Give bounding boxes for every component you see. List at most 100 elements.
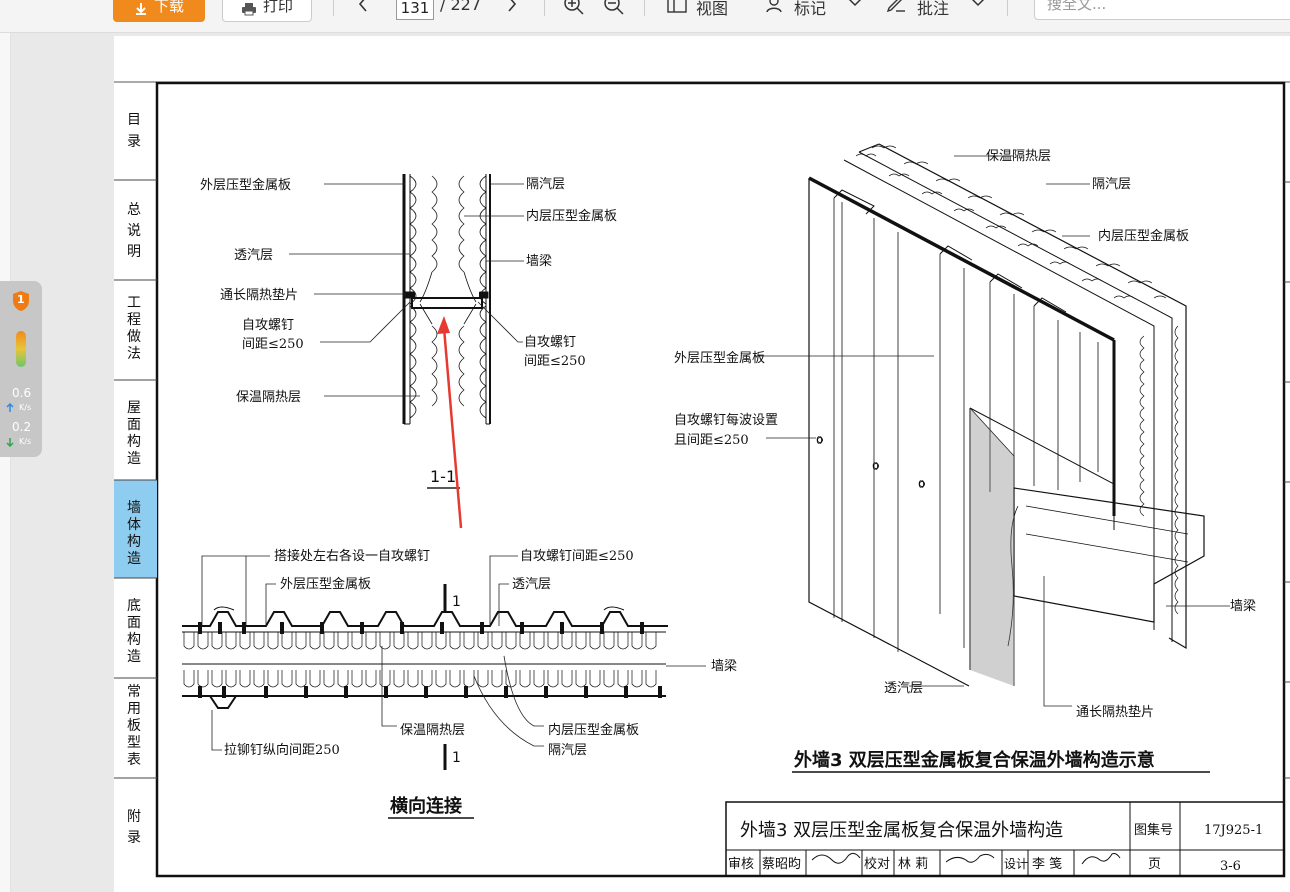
label: 自攻螺钉 [524,335,576,350]
label: 自攻螺钉每波设置 [674,412,778,428]
checker-name: 林 莉 [898,857,928,872]
label: 保温隔热层 [986,149,1051,164]
drawing-title: 外墙3 双层压型金属板复合保温外墙构造 [740,820,1063,841]
print-button[interactable]: 打印 [222,0,312,22]
atlas-number: 17J925-1 [1204,823,1263,838]
bookmark-icon [766,0,782,13]
chevron-down-icon[interactable] [971,0,985,7]
page-label: 页 [1148,857,1161,872]
left-edge [0,33,11,892]
svg-text:程: 程 [127,312,141,328]
label: 自攻螺钉间距≤250 [520,549,634,564]
label: 透汽层 [234,248,273,263]
toolbar-divider [644,0,645,16]
speed-gauge [16,331,26,367]
section-mark: 1 [452,750,461,766]
vapor-layer-hatch [970,408,1014,686]
tab-contents[interactable]: 目 [127,112,141,128]
chevron-down-icon[interactable] [848,0,862,7]
svg-text:录: 录 [127,830,141,846]
label: 内层压型金属板 [548,722,639,738]
label: 透汽层 [512,577,551,592]
label: 自攻螺钉 [242,318,294,333]
view-icon [667,0,687,13]
toolbar: 下载 打印 131 / 227 视图 标记 批注 搜全文... [0,0,1290,33]
tab-panel-types[interactable]: 常 [127,684,141,700]
mark: 0 [918,478,925,491]
zoom-out-icon[interactable] [603,0,625,16]
label: 外层压型金属板 [280,576,371,592]
svg-text:造: 造 [127,649,141,665]
svg-text:构: 构 [127,434,141,450]
total-pages: / 227 [440,0,482,14]
label: 隔汽层 [526,177,565,192]
mark: 0 [872,460,879,473]
zoom-in-icon[interactable] [563,0,585,16]
svg-text:明: 明 [127,244,141,260]
label: 搭接处左右各设一自攻螺钉 [274,548,430,564]
svg-text:用: 用 [127,701,141,717]
label: 墙梁 [1230,599,1256,614]
designer-name: 李 笺 [1032,856,1062,872]
download-icon [135,3,146,15]
download-unit: K/s [19,437,32,446]
svg-text:表: 表 [127,752,141,768]
page-number: 3-6 [1220,859,1241,874]
svg-text:录: 录 [127,134,141,150]
tab-roof[interactable]: 屋 [127,400,141,416]
label: 拉铆钉纵向间距250 [224,742,340,758]
label: 保温隔热层 [400,723,465,738]
svg-text:说: 说 [127,223,141,239]
svg-text:体: 体 [127,517,141,533]
label: 内层压型金属板 [526,208,617,224]
label: 通长隔热垫片 [220,287,298,303]
print-label: 打印 [262,0,293,15]
toolbar-divider [333,0,334,16]
iso-title: 外墙3 双层压型金属板复合保温外墙构造示意 [794,749,1155,771]
svg-text:造: 造 [127,551,141,567]
label: 外层压型金属板 [200,177,291,193]
arrow-down-icon [6,438,14,447]
upload-unit: K/s [19,403,32,412]
svg-text:面: 面 [127,417,141,433]
label: 内层压型金属板 [1098,228,1189,244]
svg-text:造: 造 [127,451,141,467]
red-arrow-annotation [437,316,463,529]
page-number-input[interactable]: 131 [396,0,434,20]
review-label: 审核 [728,857,754,872]
view-menu[interactable]: 视图 [696,0,728,19]
upload-speed: 0.6 [12,386,32,400]
chevron-right-icon[interactable] [505,0,519,12]
tab-appendix[interactable]: 附 [127,809,141,825]
label: 隔汽层 [548,743,587,758]
svg-text:面: 面 [127,615,141,631]
network-speed-widget[interactable]: 1 0.6 K/s 0.2 K/s [0,281,42,457]
document-page: 目录 总说明 工程做法 屋面构造 墙体构造 底面构造 常用板型表 附录 外层压型… [114,36,1290,892]
svg-text:板: 板 [127,718,141,734]
mark-menu[interactable]: 标记 [794,0,826,19]
construction-drawing: 目录 总说明 工程做法 屋面构造 墙体构造 底面构造 常用板型表 附录 外层压型… [114,81,1290,878]
section-mark: 1 [452,594,461,610]
search-input[interactable]: 搜全文... [1034,0,1290,20]
check-label: 校对 [864,856,890,872]
tab-wall[interactable]: 墙 [127,500,141,516]
label: 保温隔热层 [236,390,301,405]
mark: 0 [816,434,823,447]
download-button[interactable]: 下载 [113,0,205,22]
tab-floor[interactable]: 底 [127,598,141,614]
label: 透汽层 [884,681,923,696]
svg-text:构: 构 [127,632,141,648]
atlas-label: 图集号 [1134,822,1173,838]
tab-engineering[interactable]: 工 [127,295,141,311]
tab-general-notes[interactable]: 总 [127,202,141,218]
section-tabs: 目录 总说明 工程做法 屋面构造 墙体构造 底面构造 常用板型表 附录 [114,112,157,846]
label: 隔汽层 [1092,177,1131,192]
annotate-menu[interactable]: 批注 [917,0,949,19]
download-label: 下载 [153,0,184,15]
label: 外层压型金属板 [674,350,765,366]
label: 间距≤250 [524,354,586,369]
chevron-left-icon[interactable] [356,0,370,12]
reviewer-name: 蔡昭昀 [762,857,801,872]
section-1-1-detail [402,174,491,425]
design-label: 设计 [1004,857,1028,871]
